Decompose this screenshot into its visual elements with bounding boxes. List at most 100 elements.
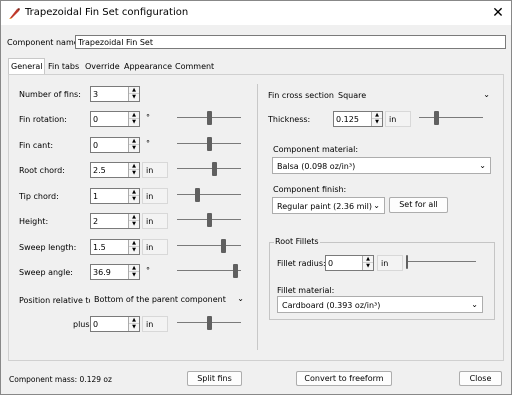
fillet-radius-label: Fillet radius: <box>277 259 326 268</box>
tip-chord-slider[interactable] <box>177 187 241 203</box>
slider-thumb[interactable] <box>221 239 226 253</box>
fillet-radius-value: 0 <box>328 259 334 268</box>
fin-rotation-spinner[interactable]: 0 ▲ ▼ <box>90 111 140 127</box>
tab-appearance[interactable]: Appearance <box>122 59 174 75</box>
set-for-all-button[interactable]: Set for all <box>389 197 448 213</box>
slider-thumb[interactable] <box>207 111 212 125</box>
plus-spinner[interactable]: 0 ▲ ▼ <box>90 316 140 332</box>
spin-up-icon[interactable]: ▲ <box>129 214 139 221</box>
component-finish-label: Component finish: <box>273 185 347 194</box>
slider-thumb[interactable] <box>195 188 200 202</box>
position-relative-dropdown[interactable]: Bottom of the parent component ⌄ <box>90 291 248 308</box>
tab-comment-label: Comment <box>175 62 215 71</box>
position-relative-label: Position relative to: <box>19 296 97 305</box>
spin-down-icon[interactable]: ▼ <box>129 119 139 126</box>
spin-up-icon[interactable]: ▲ <box>129 112 139 119</box>
tab-comment[interactable]: Comment <box>173 59 216 75</box>
tab-fin-tabs[interactable]: Fin tabs <box>46 59 81 75</box>
fin-cant-unit: ° <box>146 139 150 148</box>
spin-down-icon[interactable]: ▼ <box>129 221 139 228</box>
fillet-radius-slider[interactable] <box>406 254 476 270</box>
spin-up-icon[interactable]: ▲ <box>129 138 139 145</box>
root-chord-slider[interactable] <box>177 161 241 177</box>
component-material-dropdown[interactable]: Balsa (0.098 oz/in³) ⌄ <box>272 157 491 174</box>
fin-rotation-slider[interactable] <box>177 110 241 126</box>
spin-down-icon[interactable]: ▼ <box>129 196 139 203</box>
component-finish-dropdown[interactable]: Regular paint (2.36 mil) ⌄ <box>272 197 385 214</box>
thickness-label: Thickness: <box>268 115 311 124</box>
sweep-angle-unit: ° <box>146 266 150 275</box>
height-slider[interactable] <box>177 212 241 228</box>
component-name-input[interactable]: Trapezoidal Fin Set <box>75 35 506 49</box>
split-fins-button[interactable]: Split fins <box>187 371 242 386</box>
tip-chord-unit[interactable]: in <box>142 188 168 204</box>
convert-to-freeform-button[interactable]: Convert to freeform <box>296 371 392 386</box>
spin-up-icon[interactable]: ▲ <box>363 256 373 263</box>
chevron-down-icon: ⌄ <box>237 294 244 303</box>
height-unit[interactable]: in <box>142 213 168 229</box>
fin-cant-label: Fin cant: <box>19 141 54 150</box>
sweep-length-slider[interactable] <box>177 238 241 254</box>
spin-down-icon[interactable]: ▼ <box>372 119 382 126</box>
spin-up-icon[interactable]: ▲ <box>129 189 139 196</box>
num-fins-spinner[interactable]: 3 ▲ ▼ <box>90 86 140 102</box>
sweep-length-spinner[interactable]: 1.5 ▲ ▼ <box>90 239 140 255</box>
tab-override[interactable]: Override <box>83 59 122 75</box>
spin-down-icon[interactable]: ▼ <box>129 170 139 177</box>
spin-down-icon[interactable]: ▼ <box>129 247 139 254</box>
spin-up-icon[interactable]: ▲ <box>372 112 382 119</box>
spin-down-icon[interactable]: ▼ <box>129 94 139 101</box>
thickness-spinner[interactable]: 0.125 ▲ ▼ <box>333 111 383 127</box>
spin-down-icon[interactable]: ▼ <box>129 145 139 152</box>
spin-up-icon[interactable]: ▲ <box>129 317 139 324</box>
chevron-down-icon: ⌄ <box>479 161 486 170</box>
tip-chord-value: 1 <box>93 192 99 201</box>
slider-thumb[interactable] <box>434 111 439 125</box>
slider-thumb[interactable] <box>406 255 408 269</box>
spin-down-icon[interactable]: ▼ <box>129 272 139 279</box>
height-value: 2 <box>93 217 99 226</box>
root-chord-spinner[interactable]: 2.5 ▲ ▼ <box>90 162 140 178</box>
spin-up-icon[interactable]: ▲ <box>129 163 139 170</box>
fillet-radius-spinner[interactable]: 0 ▲ ▼ <box>325 255 374 271</box>
slider-thumb[interactable] <box>207 137 212 151</box>
height-spinner[interactable]: 2 ▲ ▼ <box>90 213 140 229</box>
sweep-angle-spinner[interactable]: 36.9 ▲ ▼ <box>90 264 140 280</box>
tab-general-label: General <box>11 62 43 71</box>
slider-thumb[interactable] <box>212 162 217 176</box>
spin-up-icon[interactable]: ▲ <box>129 87 139 94</box>
spin-up-icon[interactable]: ▲ <box>129 265 139 272</box>
slider-thumb[interactable] <box>233 264 238 278</box>
slider-thumb[interactable] <box>207 213 212 227</box>
fin-cant-spinner[interactable]: 0 ▲ ▼ <box>90 137 140 153</box>
root-chord-unit[interactable]: in <box>142 162 168 178</box>
thickness-slider[interactable] <box>419 110 483 126</box>
spin-up-icon[interactable]: ▲ <box>129 240 139 247</box>
close-button[interactable]: Close <box>459 371 502 386</box>
sweep-angle-label: Sweep angle: <box>19 268 73 277</box>
cross-section-dropdown[interactable]: Square ⌄ <box>334 87 494 104</box>
sweep-length-value: 1.5 <box>93 243 106 252</box>
component-name-label: Component name: <box>7 38 82 47</box>
plus-unit[interactable]: in <box>142 316 168 332</box>
tab-override-label: Override <box>85 62 120 71</box>
spin-down-icon[interactable]: ▼ <box>363 263 373 270</box>
sweep-length-label: Sweep length: <box>19 243 77 252</box>
fillet-radius-unit[interactable]: in <box>377 255 403 271</box>
tab-general[interactable]: General <box>8 58 45 75</box>
sweep-length-unit[interactable]: in <box>142 239 168 255</box>
sweep-angle-slider[interactable] <box>177 263 241 279</box>
thickness-unit[interactable]: in <box>385 111 411 127</box>
spin-down-icon[interactable]: ▼ <box>129 324 139 331</box>
fillet-material-dropdown[interactable]: Cardboard (0.393 oz/in³) ⌄ <box>277 296 483 313</box>
tip-chord-spinner[interactable]: 1 ▲ ▼ <box>90 188 140 204</box>
plus-slider[interactable] <box>177 315 241 331</box>
fin-rotation-value: 0 <box>93 115 99 124</box>
fin-cant-slider[interactable] <box>177 136 241 152</box>
close-window-icon[interactable]: ✕ <box>490 5 506 21</box>
chevron-down-icon: ⌄ <box>483 90 490 99</box>
slider-thumb[interactable] <box>207 316 212 330</box>
fillet-material-value: Cardboard (0.393 oz/in³) <box>282 301 381 310</box>
fillet-material-label: Fillet material: <box>277 286 335 295</box>
fin-rotation-unit: ° <box>146 113 150 122</box>
